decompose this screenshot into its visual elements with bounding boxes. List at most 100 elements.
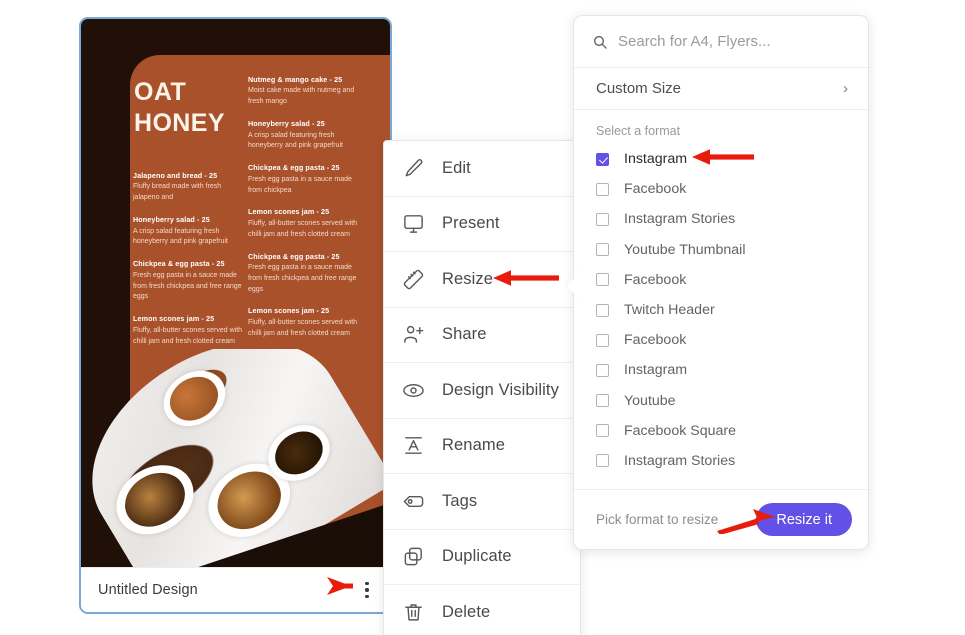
- poster-item-title: Lemon scones jam - 25: [248, 306, 330, 316]
- person-plus-icon: [402, 323, 425, 346]
- format-option-facebook-square[interactable]: Facebook Square: [574, 416, 868, 446]
- arrow-to-kebab-menu: [297, 575, 353, 597]
- ruler-icon: [402, 268, 425, 291]
- poster-menu-item: Chickpea & egg pasta - 25 Fresh egg past…: [248, 163, 361, 196]
- poster-brand-title: OAT HONEY: [134, 77, 254, 138]
- search-input[interactable]: [618, 33, 852, 50]
- brand-line-1: OAT: [134, 78, 187, 106]
- poster-item-desc: A crisp salad featuring fresh honeyberry…: [248, 131, 343, 150]
- poster-menu-item: Honeyberry salad - 25 A crisp salad feat…: [133, 215, 246, 248]
- context-menu-item-present[interactable]: Present: [384, 197, 580, 252]
- context-menu-label: Edit: [442, 158, 471, 177]
- design-card[interactable]: OAT HONEY Jalapeno and bread - 25 Fluffy…: [79, 17, 392, 614]
- poster-item-title: Lemon scones jam - 25: [133, 314, 215, 324]
- poster-menu-item: Chickpea & egg pasta - 25 Fresh egg past…: [248, 252, 361, 296]
- poster-menu-item: Chickpea & egg pasta - 25 Fresh egg past…: [133, 259, 246, 303]
- context-menu-label: Present: [442, 214, 500, 233]
- format-option-instagram-stories-2[interactable]: Instagram Stories: [574, 446, 868, 476]
- format-label: Instagram Stories: [624, 211, 736, 228]
- screen-root: OAT HONEY Jalapeno and bread - 25 Fluffy…: [0, 0, 965, 635]
- format-option-instagram-2[interactable]: Instagram: [574, 355, 868, 385]
- format-option-facebook-3[interactable]: Facebook: [574, 325, 868, 355]
- arrow-to-resize-item: [493, 268, 559, 288]
- poster-item-desc: Fluffy bread made with fresh jalapeno an…: [133, 183, 222, 202]
- context-menu-label: Tags: [442, 491, 478, 510]
- poster-menu-item: Lemon scones jam - 25 Fluffy, all-butter…: [248, 207, 361, 240]
- checkbox-icon[interactable]: [596, 303, 609, 317]
- format-label: Youtube Thumbnail: [624, 241, 746, 258]
- context-menu-label: Duplicate: [442, 547, 512, 566]
- format-list: Instagram Facebook Instagram Stories You…: [574, 144, 868, 482]
- custom-size-label: Custom Size: [596, 80, 682, 97]
- chevron-right-icon: ›: [843, 80, 848, 97]
- more-vertical-icon[interactable]: [358, 579, 376, 601]
- tag-icon: [402, 490, 425, 513]
- checkbox-icon[interactable]: [596, 243, 609, 257]
- resize-format-panel: Custom Size › Select a format Instagram …: [567, 15, 869, 550]
- context-menu-item-delete[interactable]: Delete: [384, 585, 580, 635]
- context-menu-label: Resize: [442, 269, 494, 288]
- checkbox-checked-icon[interactable]: [596, 152, 609, 166]
- format-option-twitch-header[interactable]: Twitch Header: [574, 295, 868, 325]
- context-menu-item-tags[interactable]: Tags: [384, 474, 580, 530]
- eye-icon: [402, 379, 425, 402]
- poster-item-title: Chickpea & egg pasta - 25: [248, 251, 340, 261]
- poster-food-photo: [81, 349, 390, 567]
- checkbox-icon[interactable]: [596, 182, 609, 196]
- monitor-icon: [402, 212, 425, 235]
- poster-item-desc: Fluffy, all-butter scones served with ch…: [133, 326, 243, 345]
- format-option-facebook-2[interactable]: Facebook: [574, 265, 868, 295]
- checkbox-icon[interactable]: [596, 273, 609, 287]
- poster-item-title: Honeyberry salad - 25: [248, 119, 325, 129]
- poster-menu-item: Lemon scones jam - 25 Fluffy, all-butter…: [248, 306, 361, 339]
- checkbox-icon[interactable]: [596, 394, 609, 408]
- poster-column-right: Nutmeg & mango cake - 25 Moist cake made…: [248, 75, 361, 351]
- format-option-facebook[interactable]: Facebook: [574, 174, 868, 204]
- poster-menu-item: Nutmeg & mango cake - 25 Moist cake made…: [248, 75, 361, 108]
- checkbox-icon[interactable]: [596, 333, 609, 347]
- context-menu-label: Share: [442, 325, 487, 344]
- poster-column-left: Jalapeno and bread - 25 Fluffy bread mad…: [133, 171, 246, 358]
- poster-item-title: Chickpea & egg pasta - 25: [248, 163, 340, 173]
- brand-line-2: HONEY: [134, 108, 225, 137]
- checkbox-icon[interactable]: [596, 212, 609, 226]
- context-menu-label: Delete: [442, 603, 491, 622]
- trash-icon: [402, 601, 425, 624]
- context-menu-label: Design Visibility: [442, 380, 559, 399]
- format-search-row[interactable]: [574, 16, 868, 68]
- format-option-youtube-thumbnail[interactable]: Youtube Thumbnail: [574, 235, 868, 265]
- poster-item-desc: Fluffy, all-butter scones served with ch…: [248, 219, 358, 238]
- format-option-youtube[interactable]: Youtube: [574, 386, 868, 416]
- context-menu-item-duplicate[interactable]: Duplicate: [384, 530, 580, 585]
- poster-menu-item: Lemon scones jam - 25 Fluffy, all-butter…: [133, 314, 246, 347]
- context-menu-item-share[interactable]: Share: [384, 308, 580, 363]
- select-format-label: Select a format: [596, 124, 681, 138]
- checkbox-icon[interactable]: [596, 424, 609, 438]
- design-context-menu: Edit Present Resize Share Design Visibil…: [383, 140, 581, 635]
- poster-item-desc: Fresh egg pasta in a sauce made from chi…: [248, 175, 352, 194]
- context-menu-item-design-visibility[interactable]: Design Visibility: [384, 363, 580, 419]
- custom-size-row[interactable]: Custom Size ›: [574, 68, 868, 110]
- poster-item-desc: Fresh egg pasta in a sauce made from fre…: [248, 263, 357, 293]
- context-menu-item-edit[interactable]: Edit: [384, 141, 580, 197]
- format-label: Instagram: [624, 362, 688, 379]
- format-label: Facebook Square: [624, 422, 736, 439]
- format-label: Youtube: [624, 392, 676, 409]
- format-label: Facebook: [624, 271, 687, 288]
- poster-menu-item: Honeyberry salad - 25 A crisp salad feat…: [248, 119, 361, 152]
- context-menu-item-rename[interactable]: Rename: [384, 419, 580, 474]
- checkbox-icon[interactable]: [596, 363, 609, 377]
- poster-item-desc: Moist cake made with nutmeg and fresh ma…: [248, 87, 355, 106]
- checkbox-icon[interactable]: [596, 454, 609, 468]
- design-thumbnail[interactable]: OAT HONEY Jalapeno and bread - 25 Fluffy…: [81, 19, 390, 567]
- poster-item-desc: A crisp salad featuring fresh honeyberry…: [133, 227, 228, 246]
- format-label: Instagram: [624, 151, 688, 168]
- format-label: Twitch Header: [624, 302, 715, 319]
- context-menu-label: Rename: [442, 436, 505, 455]
- pencil-icon: [402, 157, 425, 180]
- arrow-to-instagram-format: [692, 147, 754, 167]
- search-icon: [592, 34, 608, 50]
- poster-item-desc: Fresh egg pasta in a sauce made from fre…: [133, 271, 242, 301]
- copy-icon: [402, 545, 425, 568]
- format-option-instagram-stories[interactable]: Instagram Stories: [574, 204, 868, 234]
